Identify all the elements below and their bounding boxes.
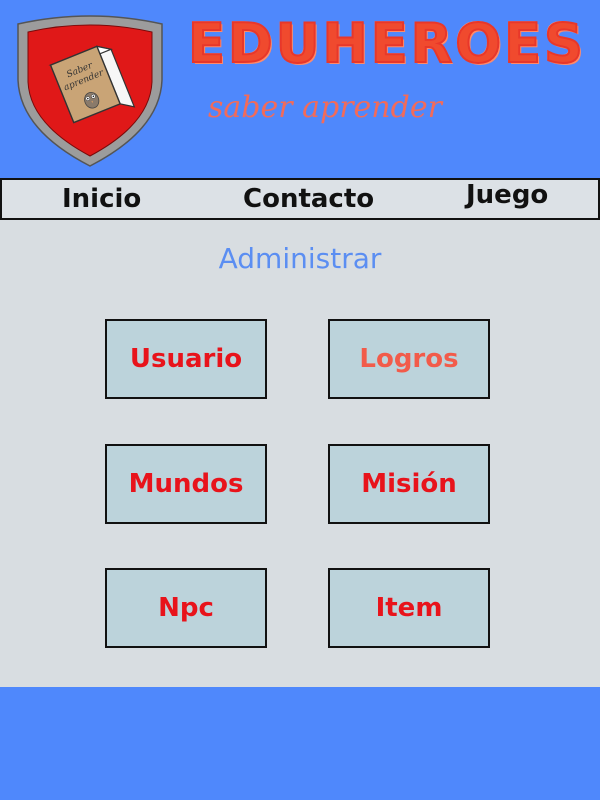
brand-title: EDUHEROES (187, 12, 586, 75)
navbar: Inicio Contacto Juego (0, 178, 600, 220)
header: Saber aprender EDUHEROES saber aprender (0, 0, 600, 178)
nav-item-juego[interactable]: Juego (466, 180, 548, 210)
mision-button[interactable]: Misión (328, 444, 490, 524)
usuario-button[interactable]: Usuario (105, 319, 267, 399)
logros-button[interactable]: Logros (328, 319, 490, 399)
nav-item-contacto[interactable]: Contacto (243, 184, 374, 214)
item-button[interactable]: Item (328, 568, 490, 648)
npc-button[interactable]: Npc (105, 568, 267, 648)
nav-item-inicio[interactable]: Inicio (62, 184, 141, 214)
page-title: Administrar (218, 242, 382, 275)
brand-tagline: saber aprender (208, 90, 442, 125)
admin-panel: Administrar Usuario Logros Mundos Misión… (0, 220, 600, 687)
page: Saber aprender EDUHEROES saber aprender … (0, 0, 600, 800)
footer (0, 687, 600, 800)
mundos-button[interactable]: Mundos (105, 444, 267, 524)
shield-logo-icon: Saber aprender (17, 15, 163, 167)
